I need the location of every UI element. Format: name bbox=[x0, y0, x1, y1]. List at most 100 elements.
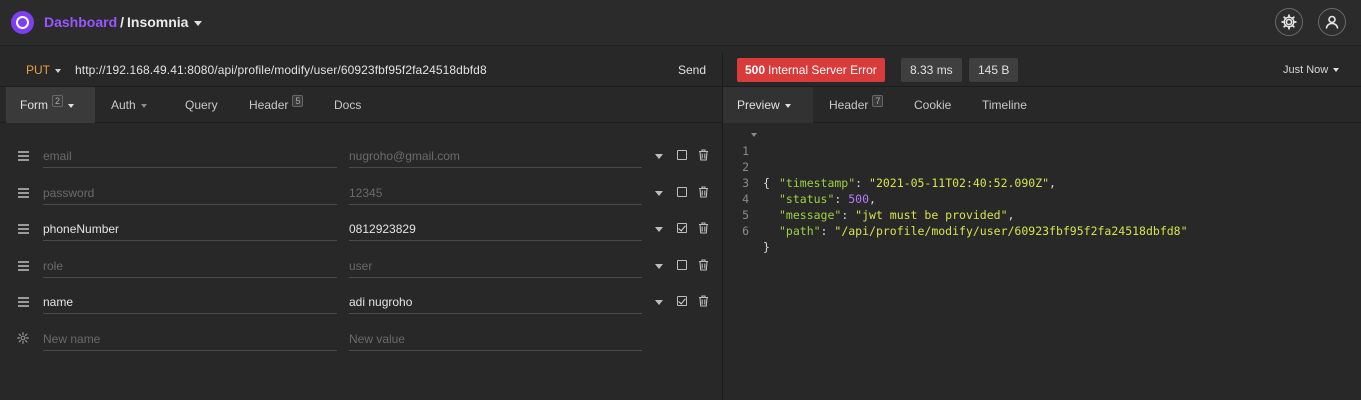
new-name-input[interactable]: New name bbox=[43, 325, 337, 351]
drag-handle-icon[interactable] bbox=[18, 297, 29, 299]
response-tabs: Preview Header 7 Cookie Timeline bbox=[723, 87, 1361, 123]
code-line: 1 { bbox=[723, 127, 770, 190]
code-line: 5 "path": "/api/profile/modify/user/6092… bbox=[723, 191, 1187, 238]
param-value-input[interactable]: adi nugroho bbox=[349, 288, 642, 314]
tab-auth[interactable]: Auth bbox=[111, 87, 147, 123]
breadcrumb-dashboard-link[interactable]: Dashboard bbox=[44, 14, 117, 30]
status-text: Internal Server Error bbox=[768, 63, 877, 77]
url-input[interactable]: http://192.168.49.41:8080/api/profile/mo… bbox=[75, 63, 487, 77]
chevron-down-icon[interactable] bbox=[655, 300, 663, 305]
breadcrumb-separator: / bbox=[120, 14, 125, 30]
chevron-down-icon bbox=[140, 103, 147, 108]
param-value-input[interactable]: 12345 bbox=[349, 179, 642, 205]
response-history-dropdown[interactable]: Just Now bbox=[1283, 64, 1340, 76]
chevron-down-icon[interactable] bbox=[655, 154, 663, 159]
count-badge: 5 bbox=[292, 95, 304, 107]
form-row-new: New name New value bbox=[6, 325, 722, 361]
drag-handle-icon[interactable] bbox=[18, 151, 29, 153]
new-value-input[interactable]: New value bbox=[349, 325, 642, 351]
enable-checkbox[interactable] bbox=[677, 187, 687, 197]
json-key: "message" bbox=[779, 208, 842, 222]
form-row: role user bbox=[6, 252, 722, 288]
json-key: "path" bbox=[779, 224, 821, 238]
param-name-input[interactable]: phoneNumber bbox=[43, 215, 337, 241]
status-badge: 500 Internal Server Error bbox=[737, 58, 885, 82]
breadcrumb: Dashboard / Insomnia bbox=[44, 14, 203, 30]
code-line: 3 "status": 500, bbox=[723, 159, 876, 206]
drag-handle-icon[interactable] bbox=[18, 188, 29, 190]
drag-handle-icon[interactable] bbox=[18, 224, 29, 226]
chevron-down-icon bbox=[784, 103, 791, 108]
response-size-badge: 145 B bbox=[969, 58, 1019, 82]
tab-docs[interactable]: Docs bbox=[334, 87, 361, 123]
response-status-bar: 500 Internal Server Error 8.33 ms 145 B J… bbox=[723, 53, 1361, 87]
tab-label: Header bbox=[249, 98, 289, 112]
tab-header[interactable]: Header 5 bbox=[249, 87, 304, 123]
json-key: "status" bbox=[779, 192, 835, 206]
history-label: Just Now bbox=[1283, 64, 1329, 76]
code-line: 4 "message": "jwt must be provided", bbox=[723, 175, 1014, 222]
param-name-input[interactable]: role bbox=[43, 252, 337, 278]
chevron-down-icon[interactable] bbox=[655, 264, 663, 269]
form-params-editor: email nugroho@gmail.com password 12345 p… bbox=[6, 124, 722, 400]
app-header: Dashboard / Insomnia bbox=[0, 0, 1361, 46]
fold-arrow-icon[interactable] bbox=[751, 133, 757, 137]
param-name-input[interactable]: password bbox=[43, 179, 337, 205]
json-brace: { bbox=[763, 176, 770, 190]
tab-label: Preview bbox=[737, 98, 780, 112]
json-string: "/api/profile/modify/user/60923fbf95f2fa… bbox=[834, 224, 1188, 238]
chevron-down-icon bbox=[1333, 68, 1340, 73]
response-time-badge: 8.33 ms bbox=[901, 58, 962, 82]
chevron-down-icon[interactable] bbox=[655, 191, 663, 196]
code-line: 2 "timestamp": "2021-05-11T02:40:52.090Z… bbox=[723, 143, 1056, 190]
param-value-input[interactable]: 0812923829 bbox=[349, 215, 642, 241]
enable-checkbox[interactable] bbox=[677, 223, 687, 233]
tab-label: Auth bbox=[111, 98, 136, 112]
settings-button[interactable] bbox=[1275, 8, 1303, 36]
send-button[interactable]: Send bbox=[678, 63, 706, 77]
code-line: 6 } bbox=[723, 207, 770, 254]
param-name-input[interactable]: name bbox=[43, 288, 337, 314]
count-badge: 2 bbox=[52, 95, 64, 107]
tab-query[interactable]: Query bbox=[185, 87, 218, 123]
json-number: 500 bbox=[848, 192, 870, 206]
status-code: 500 bbox=[745, 63, 766, 77]
param-value-input[interactable]: nugroho@gmail.com bbox=[349, 142, 642, 168]
form-row: name adi nugroho bbox=[6, 288, 722, 324]
gear-icon bbox=[1281, 14, 1297, 30]
response-body-viewer[interactable]: 1 { 2 "timestamp": "2021-05-11T02:40:52.… bbox=[723, 124, 1361, 400]
insomnia-logo-icon[interactable] bbox=[11, 11, 34, 34]
trash-icon[interactable] bbox=[698, 295, 709, 307]
tab-response-header[interactable]: Header 7 bbox=[829, 87, 884, 123]
tab-form[interactable]: Form 2 bbox=[6, 87, 95, 123]
chevron-down-icon[interactable] bbox=[194, 20, 203, 26]
form-row: password 12345 bbox=[6, 179, 722, 215]
drag-handle-icon[interactable] bbox=[18, 261, 29, 263]
tab-cookie[interactable]: Cookie bbox=[914, 87, 951, 123]
user-icon bbox=[1325, 15, 1339, 29]
trash-icon[interactable] bbox=[698, 222, 709, 234]
tab-label: Header bbox=[829, 98, 869, 112]
tab-timeline[interactable]: Timeline bbox=[982, 87, 1027, 123]
chevron-down-icon[interactable] bbox=[655, 227, 663, 232]
method-dropdown[interactable]: PUT bbox=[26, 63, 61, 77]
param-name-input[interactable]: email bbox=[43, 142, 337, 168]
workspace-dropdown[interactable]: Insomnia bbox=[127, 14, 188, 30]
trash-icon[interactable] bbox=[698, 149, 709, 161]
account-button[interactable] bbox=[1318, 8, 1346, 36]
tab-preview[interactable]: Preview bbox=[723, 87, 813, 123]
form-row: email nugroho@gmail.com bbox=[6, 142, 722, 178]
request-tabs: Form 2 Auth Query Header 5 Docs bbox=[0, 87, 722, 123]
trash-icon[interactable] bbox=[698, 186, 709, 198]
enable-checkbox[interactable] bbox=[677, 296, 687, 306]
enable-checkbox[interactable] bbox=[677, 260, 687, 270]
json-string: "jwt must be provided" bbox=[855, 208, 1008, 222]
chevron-down-icon bbox=[55, 68, 61, 73]
count-badge: 7 bbox=[872, 95, 884, 107]
gear-icon[interactable] bbox=[17, 332, 29, 344]
tab-label: Form bbox=[20, 98, 48, 112]
trash-icon[interactable] bbox=[698, 259, 709, 271]
enable-checkbox[interactable] bbox=[677, 150, 687, 160]
param-value-input[interactable]: user bbox=[349, 252, 642, 278]
request-url-bar: PUT http://192.168.49.41:8080/api/profil… bbox=[0, 53, 722, 87]
